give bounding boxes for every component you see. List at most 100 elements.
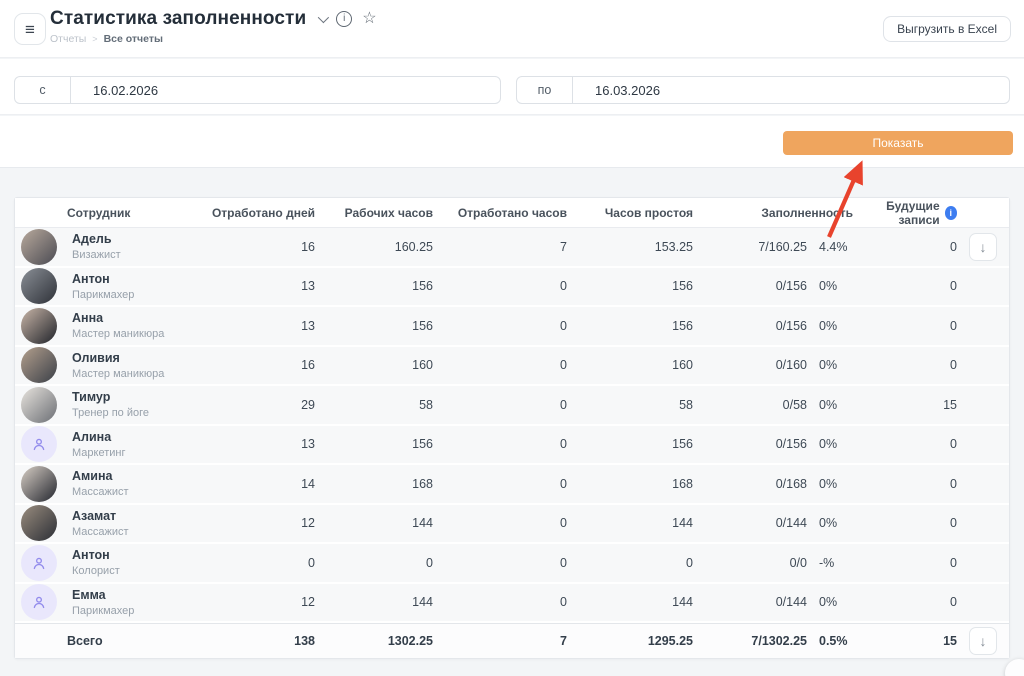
future-records-value: 15 xyxy=(853,398,957,412)
fill-fraction: 0/144 xyxy=(776,516,807,530)
show-button[interactable]: Показать xyxy=(783,131,1013,155)
fill-fraction: 0/156 xyxy=(776,279,807,293)
fill-fraction: 7/160.25 xyxy=(758,240,807,254)
fill-percent: 0% xyxy=(807,516,853,530)
working-hours-value: 156 xyxy=(315,319,433,333)
idle-hours-value: 156 xyxy=(567,279,693,293)
star-icon[interactable]: ☆ xyxy=(362,11,376,27)
idle-hours-value: 156 xyxy=(567,437,693,451)
fill-percent: 0% xyxy=(807,437,853,451)
employee-role: Визажист xyxy=(72,249,121,261)
employee-role: Маркетинг xyxy=(72,447,125,459)
table-row: Анна Мастер маникюра 13 156 0 156 0/156 … xyxy=(15,307,1009,347)
worked-days-value: 12 xyxy=(193,595,315,609)
working-hours-value: 58 xyxy=(315,398,433,412)
idle-hours-value: 0 xyxy=(567,556,693,570)
worked-hours-value: 0 xyxy=(433,477,567,491)
chat-widget[interactable] xyxy=(1005,659,1024,676)
worked-days-value: 13 xyxy=(193,279,315,293)
download-total-button[interactable]: ↓ xyxy=(969,627,997,655)
avatar xyxy=(21,229,57,265)
breadcrumb-all-reports[interactable]: Все отчеты xyxy=(104,33,163,45)
future-records-value: 0 xyxy=(853,319,957,333)
breadcrumb-separator: > xyxy=(92,34,97,44)
future-records-info-icon[interactable]: i xyxy=(945,206,957,220)
worked-hours-value: 0 xyxy=(433,319,567,333)
date-to-input[interactable]: по 16.03.2026 xyxy=(516,76,1010,104)
sidebar-menu-button[interactable]: ≡ xyxy=(14,13,46,45)
worked-days-value: 14 xyxy=(193,477,315,491)
employee-name: Анна xyxy=(72,311,164,325)
breadcrumb: Отчеты > Все отчеты xyxy=(50,33,377,45)
working-hours-value: 156 xyxy=(315,279,433,293)
table-row: Емма Парикмахер 12 144 0 144 0/144 0% 0 … xyxy=(15,584,1009,624)
avatar xyxy=(21,268,57,304)
working-hours-value: 168 xyxy=(315,477,433,491)
fill-percent: 0% xyxy=(807,398,853,412)
fill-fraction: 0/0 xyxy=(790,556,807,570)
info-icon[interactable]: i xyxy=(336,11,352,27)
table-row: Амина Массажист 14 168 0 168 0/168 0% 0 … xyxy=(15,465,1009,505)
column-future-records: Будущие записи xyxy=(853,199,940,227)
employee-name: Антон xyxy=(72,272,134,286)
worked-days-value: 13 xyxy=(193,437,315,451)
download-row-button[interactable]: ↓ xyxy=(969,233,997,261)
employee-name: Алина xyxy=(72,430,125,444)
worked-days-value: 16 xyxy=(193,240,315,254)
fill-percent: 0% xyxy=(807,477,853,491)
fill-percent: 0% xyxy=(807,319,853,333)
avatar xyxy=(21,466,57,502)
working-hours-value: 160 xyxy=(315,358,433,372)
total-worked-hours: 7 xyxy=(433,634,567,648)
total-fill-fraction: 7/1302.25 xyxy=(751,634,807,648)
date-to-value: 16.03.2026 xyxy=(573,77,660,103)
employee-name: Тимур xyxy=(72,390,149,404)
worked-hours-value: 0 xyxy=(433,516,567,530)
person-icon xyxy=(30,435,48,453)
worked-days-value: 0 xyxy=(193,556,315,570)
column-working-hours: Рабочих часов xyxy=(315,206,433,220)
employee-name: Азамат xyxy=(72,509,129,523)
total-fill-percent: 0.5% xyxy=(807,634,853,648)
employee-name: Антон xyxy=(72,548,120,562)
avatar xyxy=(21,387,57,423)
idle-hours-value: 168 xyxy=(567,477,693,491)
chevron-down-icon[interactable] xyxy=(318,12,329,23)
date-from-value: 16.02.2026 xyxy=(71,77,158,103)
working-hours-value: 156 xyxy=(315,437,433,451)
page-title: Статистика заполненности xyxy=(50,8,306,30)
worked-hours-value: 0 xyxy=(433,358,567,372)
column-fill-rate: Заполненность xyxy=(693,206,853,220)
date-from-input[interactable]: с 16.02.2026 xyxy=(14,76,501,104)
table-row: Антон Парикмахер 13 156 0 156 0/156 0% 0… xyxy=(15,268,1009,308)
employee-name: Амина xyxy=(72,469,129,483)
breadcrumb-reports[interactable]: Отчеты xyxy=(50,33,86,45)
worked-days-value: 12 xyxy=(193,516,315,530)
future-records-value: 0 xyxy=(853,556,957,570)
employee-role: Колорист xyxy=(72,565,120,577)
fill-fraction: 0/168 xyxy=(776,477,807,491)
top-bar: ≡ Статистика заполненности i ☆ Отчеты > … xyxy=(0,0,1024,58)
fill-fraction: 0/144 xyxy=(776,595,807,609)
future-records-value: 0 xyxy=(853,595,957,609)
idle-hours-value: 144 xyxy=(567,595,693,609)
working-hours-value: 0 xyxy=(315,556,433,570)
fill-fraction: 0/58 xyxy=(783,398,807,412)
date-to-label: по xyxy=(517,77,573,103)
table-row: Алина Маркетинг 13 156 0 156 0/156 0% 0 … xyxy=(15,426,1009,466)
download-icon: ↓ xyxy=(980,634,987,648)
employee-role: Мастер маникюра xyxy=(72,328,164,340)
avatar xyxy=(21,347,57,383)
column-worked-hours: Отработано часов xyxy=(433,206,567,220)
fill-percent: -% xyxy=(807,556,853,570)
worked-hours-value: 0 xyxy=(433,595,567,609)
table-row: Антон Колорист 0 0 0 0 0/0 -% 0 ↓ xyxy=(15,544,1009,584)
avatar xyxy=(21,308,57,344)
avatar xyxy=(21,584,57,620)
export-excel-button[interactable]: Выгрузить в Excel xyxy=(883,16,1011,42)
employee-name: Емма xyxy=(72,588,134,602)
table-body: Адель Визажист 16 160.25 7 153.25 7/160.… xyxy=(15,228,1009,623)
total-future-records: 15 xyxy=(853,634,957,648)
person-icon xyxy=(30,554,48,572)
statistics-table: Сотрудник Отработано дней Рабочих часов … xyxy=(14,197,1010,659)
